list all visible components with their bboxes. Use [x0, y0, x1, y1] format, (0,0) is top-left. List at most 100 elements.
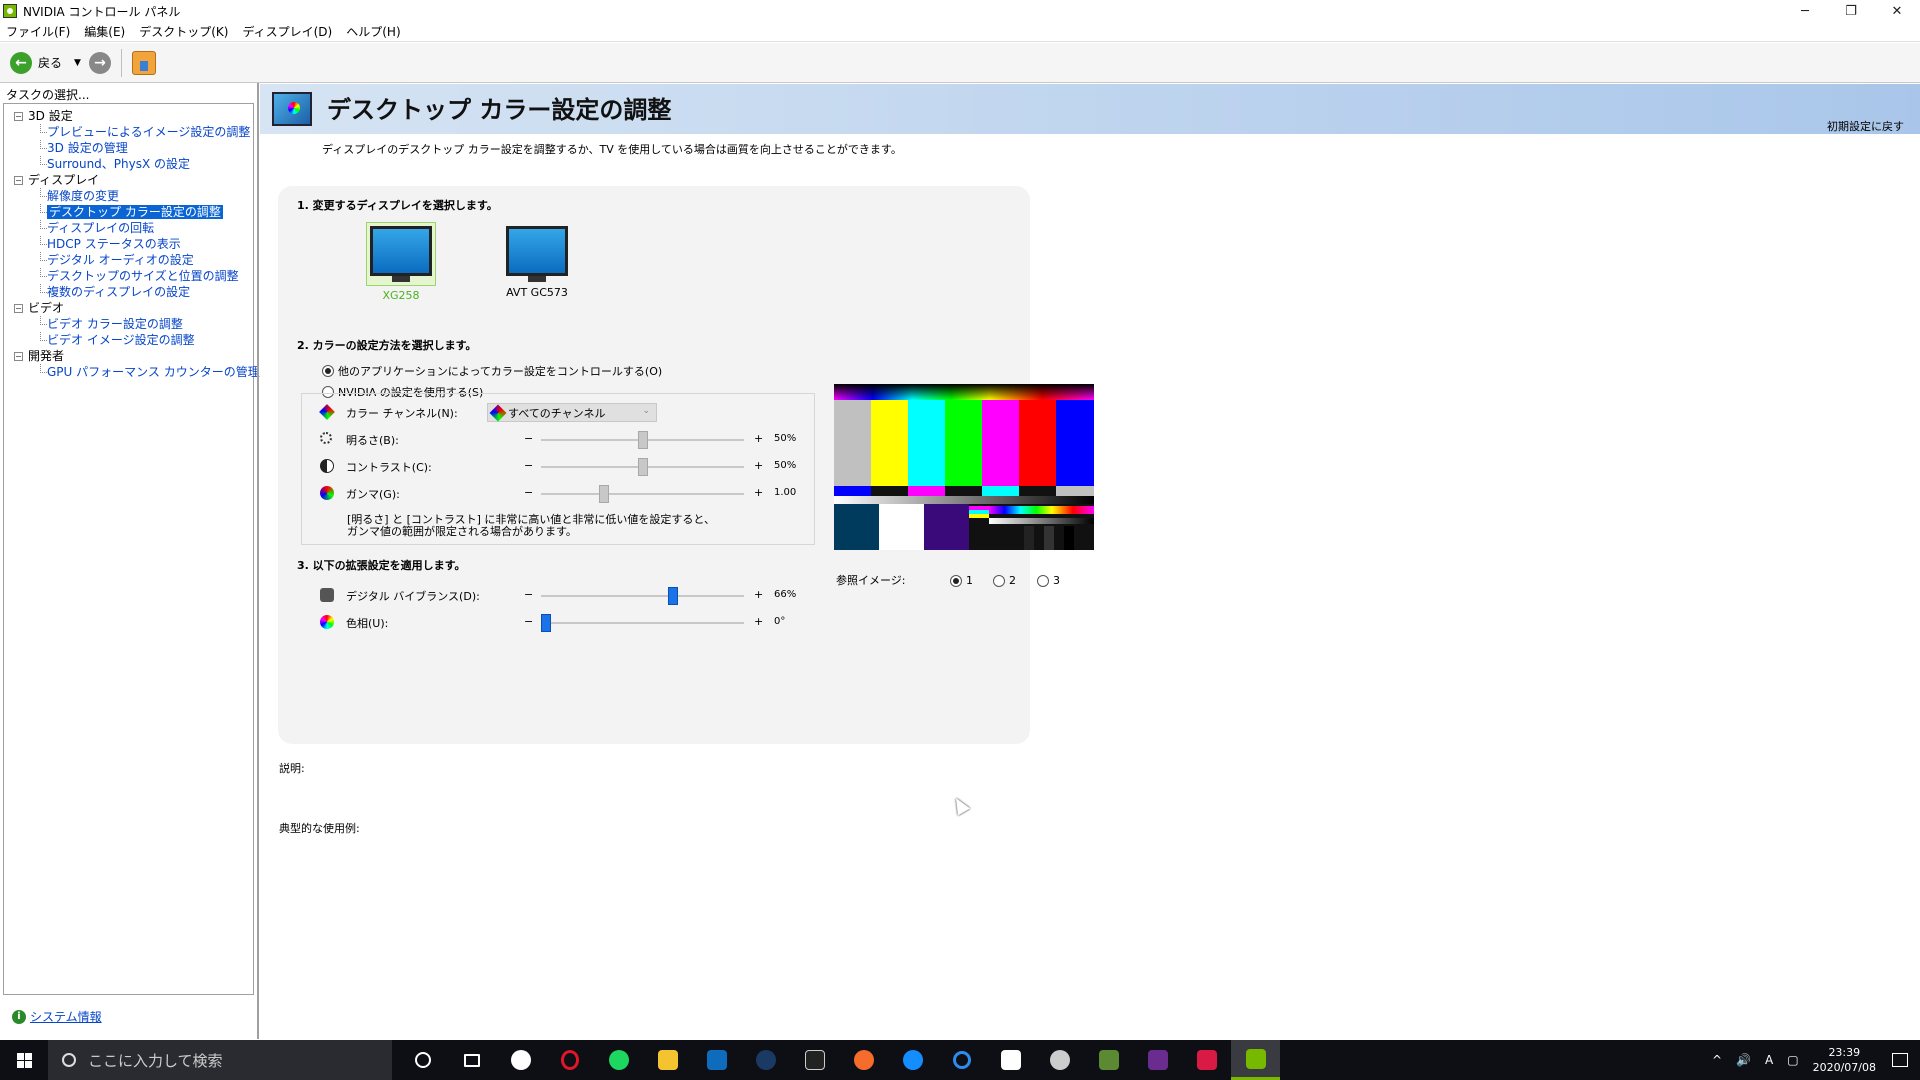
slider-track[interactable]	[541, 493, 744, 495]
radio-reference-3[interactable]	[1037, 574, 1049, 587]
menu-file[interactable]: ファイル(F)	[6, 23, 70, 40]
tree-item-label: GPU パフォーマンス カウンターの管理	[47, 365, 260, 379]
collapse-toggle-icon[interactable]: −	[14, 304, 23, 313]
volume-icon[interactable]: 🔊	[1736, 1053, 1751, 1067]
start-button[interactable]	[0, 1040, 48, 1080]
sidebar-item[interactable]: 解像度の変更	[4, 188, 253, 204]
brightness-icon	[320, 432, 332, 444]
sidebar-item[interactable]: デスクトップのサイズと位置の調整	[4, 268, 253, 284]
minimize-button[interactable]: ─	[1782, 0, 1828, 22]
obs-icon[interactable]	[1035, 1040, 1084, 1080]
collapse-toggle-icon[interactable]: −	[14, 176, 23, 185]
nvidia-taskbar-icon[interactable]	[1231, 1040, 1280, 1080]
maximize-button[interactable]: ❐	[1828, 0, 1874, 22]
notification-center-icon[interactable]	[1892, 1053, 1908, 1067]
history-dropdown-icon[interactable]: ▼	[74, 58, 81, 68]
collapse-toggle-icon[interactable]: −	[14, 112, 23, 121]
slider-track[interactable]	[541, 595, 744, 597]
increase-button[interactable]: +	[754, 588, 763, 601]
menu-display[interactable]: ディスプレイ(D)	[242, 23, 332, 40]
action-icon[interactable]: ▢	[1787, 1053, 1798, 1067]
taskbar-clock[interactable]: 23:39 2020/07/08	[1813, 1045, 1876, 1075]
slider-track[interactable]	[541, 622, 744, 624]
monitor-stand	[528, 276, 546, 282]
collapse-toggle-icon[interactable]: −	[14, 352, 23, 361]
ime-indicator[interactable]: A	[1765, 1053, 1773, 1067]
sidebar-item[interactable]: GPU パフォーマンス カウンターの管理	[4, 364, 260, 380]
increase-button[interactable]: +	[754, 615, 763, 628]
increase-button[interactable]: +	[754, 459, 763, 472]
mail-icon[interactable]	[692, 1040, 741, 1080]
opera-icon[interactable]	[545, 1040, 594, 1080]
decrease-button[interactable]: −	[524, 432, 533, 445]
task-view-icon[interactable]	[447, 1040, 496, 1080]
sidebar-item[interactable]: Surround、PhysX の設定	[4, 156, 253, 172]
sidebar-item[interactable]: 3D 設定の管理	[4, 140, 253, 156]
system-info-label[interactable]: システム情報	[30, 1008, 102, 1025]
tree-item-label: ディスプレイの回転	[47, 221, 155, 235]
spotify-icon[interactable]	[594, 1040, 643, 1080]
slider-thumb[interactable]	[668, 587, 678, 605]
steam-icon[interactable]	[741, 1040, 790, 1080]
sidebar-item[interactable]: デジタル オーディオの設定	[4, 252, 253, 268]
restore-defaults-link[interactable]: 初期設定に戻す	[1827, 118, 1904, 134]
sidebar-item[interactable]: プレビューによるイメージ設定の調整	[4, 124, 253, 140]
slider-thumb[interactable]	[638, 431, 648, 449]
tree-category[interactable]: − ディスプレイ	[4, 172, 253, 188]
file-explorer-icon[interactable]	[643, 1040, 692, 1080]
home-icon[interactable]	[131, 50, 156, 75]
increase-button[interactable]: +	[754, 432, 763, 445]
increase-button[interactable]: +	[754, 486, 763, 499]
tree-category[interactable]: − 開発者	[4, 348, 253, 364]
sidebar-item[interactable]: 複数のディスプレイの設定	[4, 284, 253, 300]
stats-app-icon[interactable]	[1182, 1040, 1231, 1080]
tray-chevron-icon[interactable]: ^	[1712, 1053, 1722, 1067]
tree-category[interactable]: −3D 設定	[4, 108, 253, 124]
display-avt-gc573[interactable]: AVT GC573	[506, 226, 568, 299]
page-description: ディスプレイのデスクトップ カラー設定を調整するか、TV を使用している場合は画…	[322, 143, 902, 156]
back-arrow-icon[interactable]: ←	[10, 51, 32, 74]
radio-reference-2[interactable]	[993, 574, 1005, 587]
decrease-button[interactable]: −	[524, 459, 533, 472]
reference-option-3[interactable]: 3	[1037, 574, 1060, 587]
decrease-button[interactable]: −	[524, 615, 533, 628]
decrease-button[interactable]: −	[524, 588, 533, 601]
forward-arrow-icon[interactable]: →	[88, 51, 111, 74]
slider-thumb[interactable]	[541, 614, 551, 632]
menu-help[interactable]: ヘルプ(H)	[346, 23, 400, 40]
origin-icon[interactable]	[839, 1040, 888, 1080]
menu-desktop[interactable]: デスクトップ(K)	[139, 23, 228, 40]
epic-games-icon[interactable]	[790, 1040, 839, 1080]
menu-edit[interactable]: 編集(E)	[84, 23, 125, 40]
display-xg258[interactable]: XG258	[366, 222, 436, 302]
reference-option-2[interactable]: 2	[993, 574, 1016, 587]
cortana-icon[interactable]	[398, 1040, 447, 1080]
color-channel-select[interactable]: すべてのチャンネル ⌄	[487, 403, 657, 422]
sidebar-item[interactable]: ディスプレイの回転	[4, 220, 253, 236]
radio-other-apps[interactable]	[322, 365, 334, 377]
slider-thumb[interactable]	[599, 485, 609, 503]
minecraft-icon[interactable]	[1084, 1040, 1133, 1080]
back-button-label[interactable]: 戻る	[38, 54, 62, 71]
uplay-icon[interactable]	[937, 1040, 986, 1080]
sidebar-item[interactable]: HDCP ステータスの表示	[4, 236, 253, 252]
tree-item-label: 3D 設定	[28, 109, 73, 123]
sidebar-item[interactable]: ビデオ カラー設定の調整	[4, 316, 253, 332]
decrease-button[interactable]: −	[524, 486, 533, 499]
close-button[interactable]: ✕	[1874, 0, 1920, 22]
bethesda-icon[interactable]	[986, 1040, 1035, 1080]
option-other-apps[interactable]: 他のアプリケーションによってカラー設定をコントロールする(O)	[322, 363, 662, 379]
system-info-link[interactable]: i システム情報	[12, 1008, 102, 1025]
battlenet-icon[interactable]	[888, 1040, 937, 1080]
taskbar-search[interactable]: ここに入力して検索	[48, 1040, 392, 1080]
tree-category[interactable]: − ビデオ	[4, 300, 253, 316]
slider-thumb[interactable]	[638, 458, 648, 476]
reference-option-1[interactable]: 1	[950, 574, 973, 587]
panel-splitter[interactable]	[257, 83, 259, 1039]
radio-reference-1[interactable]	[950, 574, 962, 587]
clock-app-icon[interactable]	[496, 1040, 545, 1080]
media-app-icon[interactable]	[1133, 1040, 1182, 1080]
sidebar-item[interactable]: ビデオ イメージ設定の調整	[4, 332, 253, 348]
sidebar-item[interactable]: デスクトップ カラー設定の調整	[4, 204, 253, 220]
tree-item-label: 解像度の変更	[47, 189, 120, 203]
